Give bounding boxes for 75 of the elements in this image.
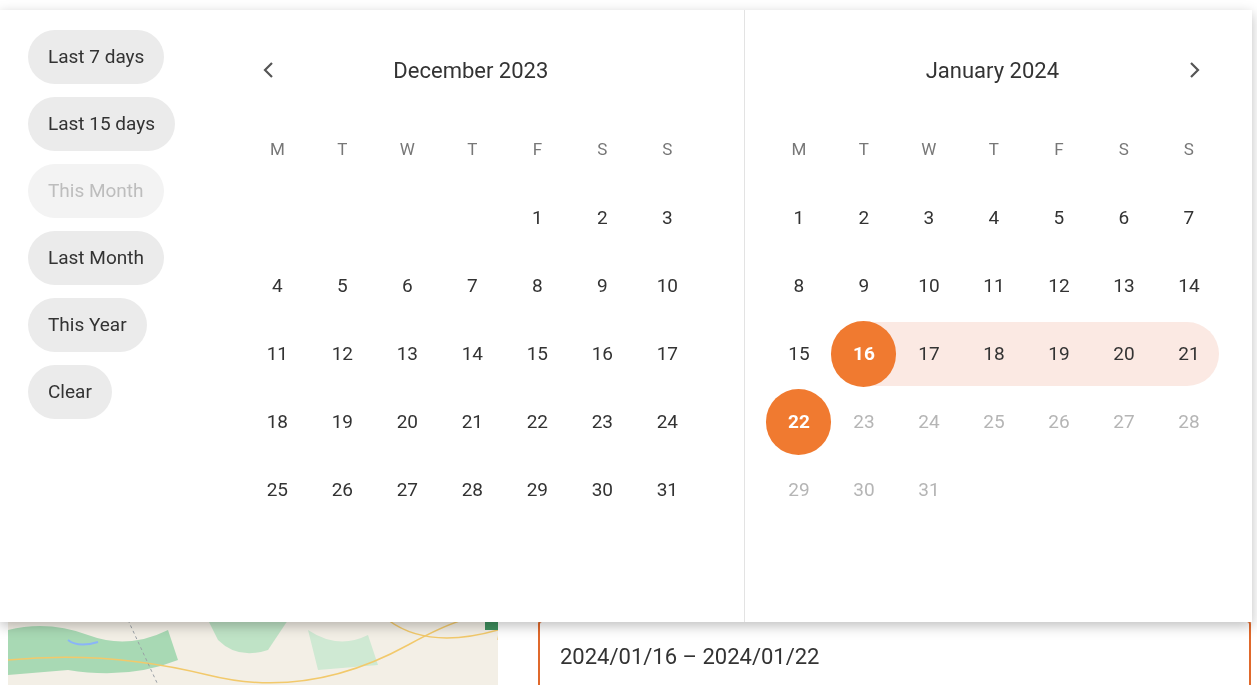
weekday-label: W — [399, 138, 415, 162]
calendar-day[interactable]: 1 — [504, 185, 570, 251]
calendar-day[interactable]: 13 — [1091, 253, 1157, 319]
date-range-field[interactable]: 2024/01/16 – 2024/01/22 — [538, 620, 1251, 685]
calendar-day[interactable]: 11 — [961, 253, 1027, 319]
calendar-day[interactable]: 26 — [309, 457, 375, 523]
calendar-day[interactable]: 17 — [634, 321, 700, 387]
calendar-day[interactable]: 7 — [439, 253, 505, 319]
chevron-right-icon — [1188, 62, 1201, 78]
weekday-label: T — [337, 138, 348, 162]
calendar-day[interactable]: 30 — [569, 457, 635, 523]
calendar-day[interactable]: 4 — [244, 253, 310, 319]
calendar-day[interactable]: 21 — [1156, 321, 1222, 387]
calendar-day[interactable]: 9 — [569, 253, 635, 319]
calendar-day[interactable]: 5 — [309, 253, 375, 319]
preset-chip[interactable]: Clear — [28, 365, 112, 419]
calendar-day[interactable]: 22 — [504, 389, 570, 455]
weekday-label: M — [791, 138, 807, 162]
preset-chip[interactable]: Last 7 days — [28, 30, 165, 84]
weekday-label: S — [662, 138, 673, 162]
chevron-left-icon — [262, 62, 275, 78]
preset-chip[interactable]: Last Month — [28, 231, 164, 285]
calendar-day[interactable]: 17 — [896, 321, 962, 387]
calendar-day[interactable]: 15 — [504, 321, 570, 387]
calendar-day[interactable]: 10 — [634, 253, 700, 319]
calendar-day[interactable]: 20 — [1091, 321, 1157, 387]
calendar-day[interactable]: 14 — [439, 321, 505, 387]
weekday-label: S — [1118, 138, 1129, 162]
calendar-day[interactable]: 21 — [439, 389, 505, 455]
weekday-label: T — [858, 138, 869, 162]
calendar-day[interactable]: 7 — [1156, 185, 1222, 251]
calendar-day[interactable]: 16 — [569, 321, 635, 387]
calendar-day[interactable]: 6 — [374, 253, 440, 319]
weekday-label: T — [467, 138, 478, 162]
calendar-day[interactable]: 14 — [1156, 253, 1222, 319]
calendar-day[interactable]: 2 — [831, 185, 897, 251]
calendar-day[interactable]: 28 — [439, 457, 505, 523]
calendar-day[interactable]: 15 — [766, 321, 832, 387]
month-title: January 2024 — [925, 56, 1060, 85]
weekday-label: S — [597, 138, 608, 162]
calendar-day[interactable]: 18 — [244, 389, 310, 455]
calendar-day[interactable]: 12 — [1026, 253, 1092, 319]
calendar-day[interactable]: 10 — [896, 253, 962, 319]
calendar-day[interactable]: 29 — [504, 457, 570, 523]
calendar-day[interactable]: 20 — [374, 389, 440, 455]
calendar-day[interactable]: 24 — [634, 389, 700, 455]
calendar-day[interactable]: 19 — [1026, 321, 1092, 387]
calendar-day[interactable]: 27 — [374, 457, 440, 523]
calendar-day[interactable]: 5 — [1026, 185, 1092, 251]
calendar-day[interactable]: 3 — [634, 185, 700, 251]
calendar-day[interactable]: 1 — [766, 185, 832, 251]
weekday-label: W — [921, 138, 937, 162]
calendar-day[interactable]: 12 — [309, 321, 375, 387]
weekday-label: T — [988, 138, 999, 162]
calendar-day[interactable]: 8 — [766, 253, 832, 319]
month-title: December 2023 — [393, 56, 549, 85]
calendar-day[interactable]: 9 — [831, 253, 897, 319]
calendar-day[interactable]: 19 — [309, 389, 375, 455]
calendar-day[interactable]: 8 — [504, 253, 570, 319]
calendar-day[interactable]: 4 — [961, 185, 1027, 251]
weekday-label: M — [269, 138, 285, 162]
calendar-day[interactable]: 31 — [634, 457, 700, 523]
calendar-day[interactable]: 6 — [1091, 185, 1157, 251]
weekday-label: F — [1054, 138, 1064, 162]
calendar-day[interactable]: 11 — [244, 321, 310, 387]
calendar-day[interactable]: 2 — [569, 185, 635, 251]
calendar-day[interactable]: 18 — [961, 321, 1027, 387]
preset-chip[interactable]: Last 15 days — [28, 97, 176, 151]
calendar-day[interactable]: 13 — [374, 321, 440, 387]
weekday-label: S — [1183, 138, 1194, 162]
preset-chip[interactable]: This Year — [28, 298, 147, 352]
calendar-day[interactable]: 3 — [896, 185, 962, 251]
calendar-day[interactable]: 25 — [244, 457, 310, 523]
weekday-label: F — [532, 138, 543, 162]
calendar-day[interactable]: 23 — [569, 389, 635, 455]
